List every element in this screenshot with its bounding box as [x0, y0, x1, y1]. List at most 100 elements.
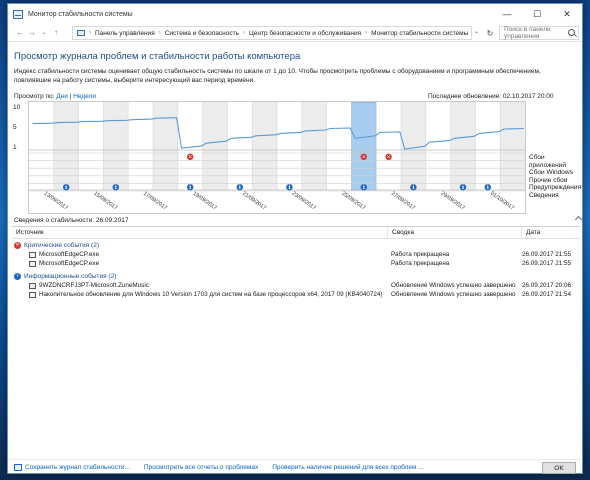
group-info-title: Информационные события (2) [24, 272, 117, 280]
forward-arrow-icon[interactable]: → [26, 26, 38, 40]
row-source: 9WZDNCRFJ3PT-Microsoft.ZuneMusic [39, 282, 149, 289]
legend-item-information: Сведения [529, 191, 559, 199]
column-header-summary[interactable]: Сводка [388, 227, 522, 238]
details-header: Сведения о стабильности: 26.09.2017 [14, 217, 129, 224]
legend-item-windows-failures: Сбои Windows [529, 169, 573, 177]
update-icon [29, 291, 36, 298]
view-weeks-link[interactable]: Недели [73, 93, 96, 100]
view-days-link[interactable]: Дни [56, 93, 68, 100]
x-tick-label: 21/09/2017 [241, 191, 267, 212]
minimize-button[interactable]: — [492, 4, 522, 24]
chevron-right-icon: › [158, 30, 161, 36]
close-button[interactable]: ✕ [552, 4, 582, 24]
breadcrumb-item-security-center[interactable]: Центр безопасности и обслуживания [249, 30, 361, 37]
x-tick-label: 01/10/2017 [489, 191, 515, 212]
table-row[interactable]: 9WZDNCRFJ3PT-Microsoft.ZuneMusic Обновле… [12, 281, 580, 290]
day-column-shade [252, 102, 277, 190]
refresh-icon[interactable]: ↻ [484, 26, 496, 40]
check-solutions-link[interactable]: Проверить наличие решений для всех пробл… [272, 464, 423, 471]
day-column-shade [450, 102, 476, 190]
stability-monitor-window: Монитор стабильности системы — ☐ ✕ ← → ⌄… [7, 3, 583, 474]
collapse-details-icon[interactable] [574, 214, 582, 226]
row-summary: Обновление Windows успешно завершено [391, 291, 516, 298]
x-tick-label: 23/09/2017 [291, 191, 317, 212]
column-header-date[interactable]: Дата [522, 227, 580, 238]
breadcrumb-item-stability-monitor[interactable]: Монитор стабильности системы [371, 30, 468, 37]
up-arrow-icon[interactable]: ↑ [50, 26, 62, 40]
critical-event-x: ✕ [188, 155, 192, 161]
info-event-i: i [363, 185, 365, 191]
info-event-i: i [65, 185, 67, 191]
row-date: 26.09.2017 21:55 [522, 251, 572, 258]
application-icon [29, 260, 36, 267]
info-event-i: i [115, 185, 117, 191]
view-by-selector: Просмотр по: Дни | Недели [14, 93, 96, 100]
day-column-shade [301, 102, 327, 190]
table-row[interactable]: MicrosoftEdgeCP.exe Работа прекращена 26… [12, 259, 580, 268]
back-arrow-icon[interactable]: ← [14, 26, 26, 40]
day-column-shade [53, 102, 79, 190]
recent-locations-chevron-icon[interactable]: ⌄ [38, 26, 50, 40]
view-separator: | [69, 93, 72, 100]
group-critical-events[interactable]: ✕ Критические события (2) [12, 240, 580, 250]
view-all-reports-link[interactable]: Просмотреть все отчеты о проблемах [144, 464, 258, 471]
breadcrumb-panel-icon [77, 30, 85, 36]
info-event-i: i [487, 185, 489, 191]
breadcrumb-item-control-panel[interactable]: Панель управления [95, 30, 155, 37]
legend-item-app-failures: Сбои приложений [529, 154, 566, 169]
table-row[interactable]: MicrosoftEdgeCP.exe Работа прекращена 26… [12, 250, 580, 259]
view-by-label: Просмотр по: [14, 93, 55, 100]
info-event-i: i [412, 185, 414, 191]
y-tick-label: 10 [13, 104, 21, 111]
day-column-shade [202, 102, 228, 190]
x-tick-label: 17/09/2017 [142, 191, 168, 212]
info-icon: i [14, 272, 21, 280]
critical-event-x: ✕ [362, 155, 366, 161]
search-placeholder: Поиск в панели управления [504, 26, 551, 40]
x-tick-label: 15/09/2017 [92, 191, 118, 212]
footer-bar: Сохранить журнал стабильности... Просмот… [8, 459, 582, 475]
table-row[interactable]: Накопительное обновление для Windows 10 … [12, 290, 580, 299]
error-icon: ✕ [14, 241, 21, 249]
details-table: Источник Сводка Дата ✕ Критические событ… [12, 226, 580, 452]
save-log-link[interactable]: Сохранить журнал стабильности... [14, 464, 130, 471]
row-source: MicrosoftEdgeCP.exe [39, 260, 100, 267]
title-bar: Монитор стабильности системы — ☐ ✕ [8, 4, 582, 24]
row-summary: Работа прекращена [391, 260, 450, 267]
chevron-right-icon: › [89, 30, 91, 36]
selected-day-column [350, 102, 377, 191]
chevron-right-icon: › [243, 30, 245, 36]
breadcrumb-item-system-security[interactable]: Система и безопасность [165, 30, 239, 37]
stability-chart-svg[interactable]: ✕ ✕ ✕i i i i i i i i i13/09/2017 15/09/2017 17/09/20… [29, 102, 525, 213]
day-column-shade [401, 102, 426, 190]
legend-item-warnings: Предупреждения [529, 184, 581, 192]
address-bar: ← → ⌄ ↑ › Панель управления › Система и … [8, 24, 582, 42]
check-solutions-label: Проверить наличие решений для всех пробл… [272, 464, 424, 471]
day-column-shade [500, 102, 525, 190]
y-axis: 10 5 1 [8, 101, 28, 161]
save-log-label: Сохранить журнал стабильности... [25, 464, 130, 471]
row-summary: Обновление Windows успешно завершено [391, 282, 516, 289]
x-tick-label: 29/09/2017 [440, 191, 466, 212]
address-dropdown-icon[interactable]: ⌄ [474, 28, 479, 35]
maximize-button[interactable]: ☐ [522, 4, 552, 24]
view-all-label: Просмотреть все отчеты о проблемах [143, 464, 259, 471]
info-event-i: i [239, 185, 241, 191]
day-column-shade [153, 102, 178, 190]
info-event-i: i [189, 185, 191, 191]
ok-button[interactable]: OK [542, 462, 576, 474]
info-event-i: i [288, 185, 290, 191]
group-information-events[interactable]: i Информационные события (2) [12, 271, 580, 281]
breadcrumb[interactable]: › Панель управления › Система и безопасн… [72, 26, 472, 40]
x-tick-label: 19/09/2017 [192, 191, 218, 212]
x-tick-label: 27/09/2017 [390, 191, 416, 212]
column-header-source[interactable]: Источник [12, 227, 388, 238]
row-date: 26.09.2017 21:55 [522, 260, 572, 267]
y-tick-label: 1 [13, 144, 17, 151]
update-icon [29, 282, 36, 289]
search-input[interactable]: Поиск в панели управления [499, 26, 579, 40]
x-tick-label: 13/09/2017 [43, 191, 69, 212]
reliability-monitor-icon [13, 9, 23, 19]
last-updated-text: Последнее обновление: 02.10.2017 20:00 [428, 93, 554, 100]
stability-chart[interactable]: ✕ ✕ ✕ i i i i i i i i i 13/09/2017 15/09/2017 17/09/20… [28, 101, 526, 214]
